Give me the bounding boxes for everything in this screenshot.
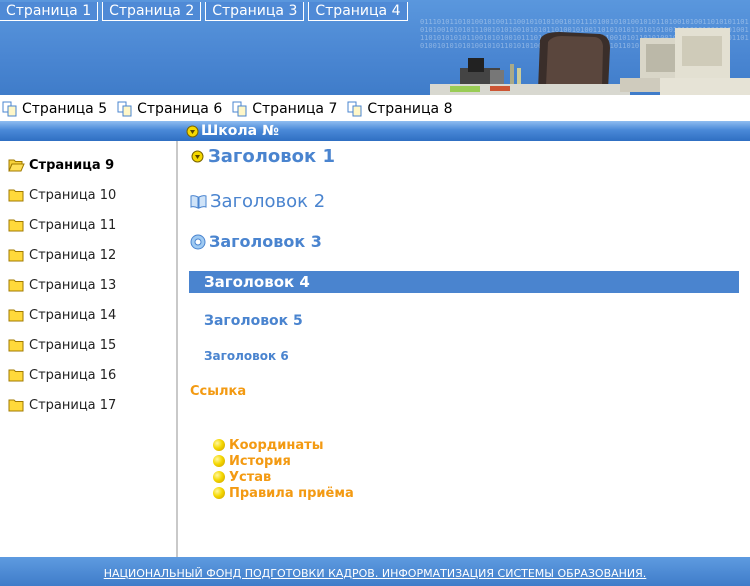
heading-3-text: Заголовок 3 [209, 232, 322, 251]
section-title: Школа № [186, 122, 279, 140]
heading-4: Заголовок 4 [189, 271, 739, 293]
sidebar-item-page-9[interactable]: Страница 9 [8, 156, 114, 174]
pages-icon [232, 101, 247, 116]
nav-item-label: Страница 6 [137, 100, 223, 117]
heading-3: Заголовок 3 [190, 232, 322, 251]
heading-2: Заголовок 2 [190, 191, 325, 212]
disc-icon [190, 234, 206, 249]
nav-item-page-5[interactable]: Страница 5 [2, 101, 107, 117]
folder-icon [8, 399, 24, 412]
list-item-label: История [229, 453, 291, 469]
sidebar-item-label: Страница 9 [29, 157, 115, 173]
sidebar-item-page-15[interactable]: Страница 15 [8, 336, 116, 354]
list-item-coordinates[interactable]: Координаты [213, 437, 354, 453]
sidebar-item-label: Страница 16 [29, 367, 117, 383]
nav-item-label: Страница 8 [367, 100, 453, 117]
list-item-label: Координаты [229, 437, 324, 453]
yellow-bullet-icon [213, 487, 225, 499]
sidebar-item-label: Страница 14 [29, 307, 117, 323]
folder-icon [8, 189, 24, 202]
top-tab-page-3[interactable]: Страница 3 [205, 2, 305, 21]
sidebar-item-label: Страница 15 [29, 337, 117, 353]
nav-item-page-6[interactable]: Страница 6 [117, 101, 222, 117]
sidebar-item-label: Страница 11 [29, 217, 117, 233]
list-item-history[interactable]: История [213, 453, 354, 469]
folder-icon [8, 249, 24, 262]
list-item-label: Правила приёма [229, 485, 354, 501]
book-icon [190, 195, 207, 209]
list-item-admission-rules[interactable]: Правила приёма [213, 485, 354, 501]
folder-icon [8, 339, 24, 352]
nav-item-label: Страница 5 [22, 100, 108, 117]
heading-6-text: Заголовок 6 [204, 349, 289, 363]
nav-item-page-8[interactable]: Страница 8 [347, 100, 453, 117]
sidebar: Страница 9 Страница 10 Страница 11 Стран… [0, 141, 178, 557]
heading-1: Заголовок 1 [190, 146, 335, 167]
heading-1-text: Заголовок 1 [208, 146, 336, 167]
bullet-list: Координаты История Устав Правила приёма [213, 437, 354, 501]
list-item-charter[interactable]: Устав [213, 469, 354, 485]
footer: НАЦИОНАЛЬНЫЙ ФОНД ПОДГОТОВКИ КАДРОВ. ИНФ… [0, 557, 750, 586]
arrow-bullet-icon [191, 150, 204, 163]
section-header-bar [0, 121, 750, 141]
pages-icon [2, 101, 17, 116]
list-item-label: Устав [229, 469, 272, 485]
main-content: Заголовок 1 Заголовок 2 Заголовок 3 Заго… [180, 141, 750, 557]
heading-6: Заголовок 6 [204, 349, 289, 363]
sidebar-item-label: Страница 13 [29, 277, 117, 293]
sidebar-item-page-17[interactable]: Страница 17 [8, 396, 116, 414]
top-tab-page-4[interactable]: Страница 4 [308, 2, 408, 21]
yellow-bullet-icon [213, 439, 225, 451]
sample-link[interactable]: Ссылка [190, 384, 246, 399]
heading-5: Заголовок 5 [204, 313, 303, 329]
top-tab-page-1[interactable]: Страница 1 [0, 2, 99, 21]
top-nav: Страница 1 Страница 2 Страница 3 Страниц… [0, 2, 412, 21]
nav-item-label: Страница 7 [252, 100, 338, 117]
down-arrow-bullet-icon [186, 125, 199, 137]
yellow-bullet-icon [213, 471, 225, 483]
footer-link[interactable]: НАЦИОНАЛЬНЫЙ ФОНД ПОДГОТОВКИ КАДРОВ. ИНФ… [0, 567, 750, 580]
sidebar-item-page-13[interactable]: Страница 13 [8, 276, 116, 294]
header-banner: 0111010110101001010011100101010100101011… [0, 0, 750, 95]
yellow-bullet-icon [213, 455, 225, 467]
sidebar-item-page-11[interactable]: Страница 11 [8, 216, 116, 234]
heading-5-text: Заголовок 5 [204, 313, 303, 329]
pages-icon [347, 101, 362, 116]
top-tab-page-2[interactable]: Страница 2 [102, 2, 202, 21]
sidebar-item-page-12[interactable]: Страница 12 [8, 246, 116, 264]
pages-icon [117, 101, 132, 116]
sidebar-item-page-16[interactable]: Страница 16 [8, 366, 116, 384]
folder-icon [8, 279, 24, 292]
secondary-nav: Страница 5 Страница 6 Страница 7 Страниц… [0, 97, 750, 120]
heading-2-text: Заголовок 2 [210, 191, 326, 212]
sidebar-item-page-10[interactable]: Страница 10 [8, 186, 116, 204]
folder-icon [8, 369, 24, 382]
computer-equipment-photo [430, 28, 750, 95]
open-folder-icon [8, 159, 25, 172]
sidebar-item-label: Страница 12 [29, 247, 117, 263]
section-title-text: Школа № [201, 123, 279, 139]
folder-icon [8, 309, 24, 322]
sidebar-item-label: Страница 10 [29, 187, 117, 203]
nav-item-page-7[interactable]: Страница 7 [232, 101, 337, 117]
heading-4-text: Заголовок 4 [204, 273, 310, 291]
sidebar-item-label: Страница 17 [29, 397, 117, 413]
sidebar-item-page-14[interactable]: Страница 14 [8, 306, 116, 324]
folder-icon [8, 219, 24, 232]
